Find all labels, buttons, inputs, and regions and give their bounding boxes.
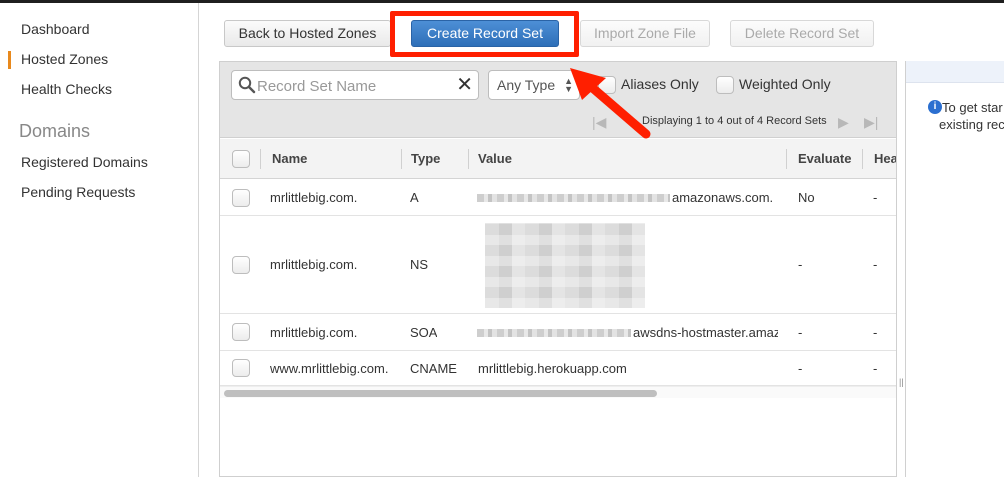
cell-type: CNAME bbox=[410, 361, 457, 376]
cell-name: www.mrlittlebig.com. bbox=[270, 361, 389, 376]
type-select-value: Any Type bbox=[497, 77, 556, 93]
filter-bar: ✕ Any Type ▲▼ Aliases Only Weighted Only… bbox=[220, 62, 896, 138]
table-row[interactable]: www.mrlittlebig.com. CNAME mrlittlebig.h… bbox=[220, 352, 896, 386]
table-row[interactable]: mrlittlebig.com. SOA awsdns-hostmaster.a… bbox=[220, 315, 896, 351]
sidebar: Dashboard Hosted Zones Health Checks Dom… bbox=[0, 3, 199, 477]
search-input[interactable] bbox=[257, 76, 452, 96]
cell-name: mrlittlebig.com. bbox=[270, 257, 358, 272]
help-panel: i To get star existing rec bbox=[905, 61, 1004, 477]
resize-grip-icon[interactable]: || bbox=[899, 377, 904, 387]
cell-name: mrlittlebig.com. bbox=[270, 325, 358, 340]
weighted-only-checkbox[interactable] bbox=[716, 76, 734, 94]
pager-text: Displaying 1 to 4 out of 4 Record Sets bbox=[642, 115, 827, 127]
annotation-arrow-icon bbox=[570, 68, 651, 139]
cell-type: A bbox=[410, 190, 419, 205]
info-icon: i bbox=[928, 100, 942, 114]
row-checkbox[interactable] bbox=[232, 256, 250, 274]
clear-search-icon[interactable]: ✕ bbox=[456, 75, 473, 95]
cell-name: mrlittlebig.com. bbox=[270, 190, 358, 205]
redacted-value bbox=[477, 329, 631, 337]
help-text-line1: To get star bbox=[942, 100, 1003, 115]
cell-health: - bbox=[873, 190, 878, 205]
sidebar-section-heading: Domains bbox=[19, 121, 91, 141]
last-page-icon[interactable]: ▶| bbox=[864, 114, 878, 131]
row-checkbox[interactable] bbox=[232, 189, 250, 207]
cell-evaluate: - bbox=[798, 361, 803, 376]
sidebar-item-registered-domains[interactable]: Registered Domains bbox=[21, 154, 148, 170]
column-separator bbox=[468, 149, 469, 169]
table-row[interactable]: mrlittlebig.com. NS - - bbox=[220, 217, 896, 314]
weighted-only-label: Weighted Only bbox=[739, 76, 831, 92]
column-header-type[interactable]: Type bbox=[411, 151, 440, 166]
help-panel-header bbox=[906, 61, 1004, 83]
row-checkbox[interactable] bbox=[232, 323, 250, 341]
sidebar-item-pending-requests[interactable]: Pending Requests bbox=[21, 184, 135, 200]
import-zone-file-button[interactable]: Import Zone File bbox=[580, 20, 710, 47]
sidebar-item-dashboard[interactable]: Dashboard bbox=[21, 21, 90, 37]
next-page-icon[interactable]: ▶ bbox=[838, 114, 849, 131]
column-separator bbox=[862, 149, 863, 169]
redacted-value bbox=[485, 223, 645, 308]
cell-value: mrlittlebig.herokuapp.com bbox=[478, 361, 627, 376]
highlight-box bbox=[390, 11, 579, 57]
column-separator bbox=[786, 149, 787, 169]
cell-health: - bbox=[873, 325, 878, 340]
cell-type: NS bbox=[410, 257, 429, 272]
back-to-hosted-zones-button[interactable]: Back to Hosted Zones bbox=[224, 20, 391, 47]
row-checkbox[interactable] bbox=[232, 359, 250, 377]
redacted-value bbox=[477, 194, 670, 202]
delete-record-set-button[interactable]: Delete Record Set bbox=[730, 20, 874, 47]
select-all-checkbox[interactable] bbox=[232, 150, 250, 168]
cell-evaluate: No bbox=[798, 190, 815, 205]
column-separator bbox=[401, 149, 402, 169]
scrollbar-thumb[interactable] bbox=[224, 390, 657, 397]
column-header-name[interactable]: Name bbox=[272, 151, 307, 166]
table-header: Name Type Value Evaluate Hea bbox=[220, 139, 896, 179]
column-header-evaluate[interactable]: Evaluate bbox=[798, 151, 851, 166]
cell-value: amazonaws.com. bbox=[672, 190, 774, 205]
sidebar-active-indicator bbox=[8, 51, 11, 69]
horizontal-scrollbar[interactable] bbox=[220, 386, 896, 398]
cell-health: - bbox=[873, 257, 878, 272]
cell-evaluate: - bbox=[798, 257, 803, 272]
column-header-health[interactable]: Hea bbox=[874, 151, 896, 166]
sidebar-item-health-checks[interactable]: Health Checks bbox=[21, 81, 112, 97]
cell-type: SOA bbox=[410, 325, 438, 340]
help-text-line2: existing rec bbox=[939, 117, 1004, 132]
sidebar-item-hosted-zones[interactable]: Hosted Zones bbox=[21, 51, 108, 67]
column-header-value[interactable]: Value bbox=[478, 151, 512, 166]
search-icon bbox=[238, 76, 256, 99]
record-sets-panel: ✕ Any Type ▲▼ Aliases Only Weighted Only… bbox=[219, 61, 897, 477]
search-box: ✕ bbox=[231, 70, 479, 100]
cell-health: - bbox=[873, 361, 878, 376]
table-row[interactable]: mrlittlebig.com. A amazonaws.com. No - bbox=[220, 180, 896, 216]
column-separator bbox=[260, 149, 261, 169]
cell-evaluate: - bbox=[798, 325, 803, 340]
cell-value: awsdns-hostmaster.amaz bbox=[633, 325, 778, 340]
